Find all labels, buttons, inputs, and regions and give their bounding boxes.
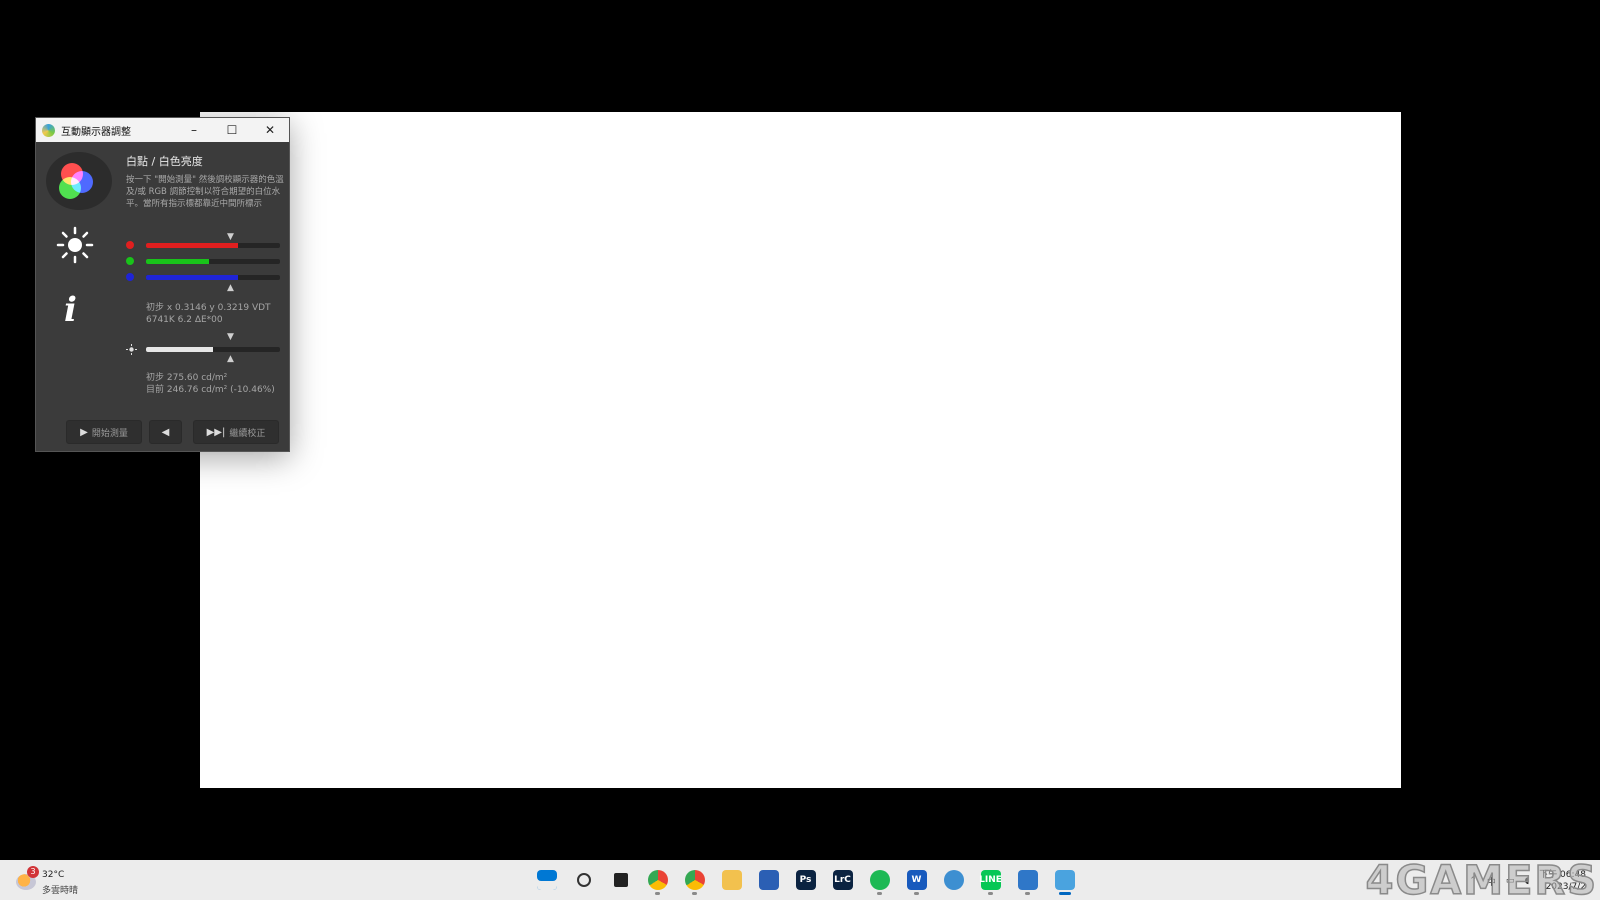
minimize-button[interactable]: – — [175, 118, 213, 142]
back-button[interactable]: ◀ — [149, 420, 182, 444]
close-button[interactable]: ✕ — [251, 118, 289, 142]
weather-widget[interactable]: 3 32°C 多雲時晴 — [14, 866, 104, 896]
taskbar-displaycal-icon[interactable] — [1011, 864, 1044, 896]
sidebar: i — [36, 142, 114, 451]
taskbar-store-icon[interactable] — [752, 864, 785, 896]
file-explorer-icon — [721, 870, 742, 890]
notification-badge: 3 — [27, 866, 39, 878]
maximize-button[interactable]: ☐ — [213, 118, 251, 142]
title-bar[interactable]: 互動顯示器調整 – ☐ ✕ — [36, 118, 289, 142]
target-marker-top: ▼ — [227, 232, 234, 242]
app-icon — [42, 123, 55, 137]
taskbar-calibration-icon[interactable] — [1048, 864, 1081, 896]
weather-condition: 多雲時晴 — [42, 886, 79, 896]
lum-marker-bottom: ▲ — [227, 354, 234, 364]
taskbar-chrome-icon[interactable] — [641, 864, 674, 896]
green-slider — [146, 259, 280, 264]
instructions-text: 按一下 "開始測量" 然後調校顯示器的色溫及/或 RGB 調節控制以符合期望的白… — [126, 175, 284, 209]
task-view-icon — [613, 873, 628, 887]
desktop: 互動顯示器調整 – ☐ ✕ i 白點 / 白色亮度 按一下 "開始測量" 然後調… — [0, 0, 1600, 900]
green-dot — [126, 257, 134, 265]
white-test-patch — [200, 112, 1401, 788]
taskbar-network-app-icon[interactable] — [937, 864, 970, 896]
blue-slider — [146, 275, 280, 280]
weather-temperature: 32°C — [42, 870, 65, 880]
play-icon: ▶ — [80, 426, 88, 438]
luminance-slider — [146, 347, 280, 352]
watermark-logo: 4GAMERS — [1365, 857, 1598, 900]
start-measurement-button[interactable]: ▶ 開始測量 — [66, 420, 142, 444]
start-measurement-label: 開始測量 — [91, 428, 128, 439]
back-icon: ◀ — [161, 426, 170, 438]
chrome-icon — [647, 870, 668, 890]
displaycal-icon — [1017, 870, 1038, 890]
taskbar-spotify-icon[interactable] — [863, 864, 896, 896]
store-icon — [758, 870, 779, 890]
spotify-icon — [869, 870, 890, 890]
photoshop-icon: Ps — [795, 870, 816, 890]
line-icon: LINE — [979, 870, 1002, 890]
taskbar-search-icon[interactable] — [567, 864, 600, 896]
start-icon — [536, 870, 557, 890]
network-app-icon — [943, 870, 964, 890]
lightroom-icon: LrC — [832, 870, 853, 890]
luminance-readout-1: 初步 275.60 cd/m² — [146, 373, 228, 383]
white-point-readout-1: 初步 x 0.3146 y 0.3219 VDT — [146, 303, 271, 313]
luminance-readout-2: 目前 246.76 cd/m² (-10.46%) — [146, 385, 275, 395]
red-dot — [126, 241, 134, 249]
red-slider — [146, 243, 280, 248]
taskbar-line-icon[interactable]: LINE — [974, 864, 1007, 896]
rgb-balance-icon — [46, 152, 112, 210]
taskbar-word-icon[interactable]: W — [900, 864, 933, 896]
search-icon — [576, 873, 591, 887]
target-marker-bottom: ▲ — [227, 283, 234, 293]
taskbar: 3 32°C 多雲時晴 Ps LrC W LINE ⌃ 中 ▭ ◖ 下午 06:48 … — [0, 860, 1600, 900]
panel-heading: 白點 / 白色亮度 — [126, 155, 203, 168]
taskbar-task-view-icon[interactable] — [604, 864, 637, 896]
taskbar-lightroom-icon[interactable]: LrC — [826, 864, 859, 896]
lum-marker-top: ▼ — [227, 332, 234, 342]
window-title: 互動顯示器調整 — [61, 126, 131, 138]
taskbar-chrome-dev-icon[interactable] — [678, 864, 711, 896]
taskbar-apps: Ps LrC W LINE — [530, 864, 1081, 896]
calibration-window: 互動顯示器調整 – ☐ ✕ i 白點 / 白色亮度 按一下 "開始測量" 然後調… — [35, 117, 290, 452]
chrome-dev-icon — [684, 870, 705, 890]
calibration-icon — [1054, 870, 1075, 890]
continue-calibration-button[interactable]: ▶▶| 繼續校正 — [193, 420, 279, 444]
info-icon[interactable]: i — [64, 290, 77, 330]
word-icon: W — [906, 870, 927, 890]
taskbar-file-explorer-icon[interactable] — [715, 864, 748, 896]
blue-dot — [126, 273, 134, 281]
white-point-readout-2: 6741K 6.2 ΔE*00 — [146, 315, 223, 325]
taskbar-start-icon[interactable] — [530, 864, 563, 896]
continue-calibration-label: 繼續校正 — [229, 428, 266, 439]
luminance-icon — [126, 344, 137, 355]
brightness-icon — [56, 226, 94, 264]
skip-forward-icon: ▶▶| — [206, 426, 226, 438]
taskbar-photoshop-icon[interactable]: Ps — [789, 864, 822, 896]
